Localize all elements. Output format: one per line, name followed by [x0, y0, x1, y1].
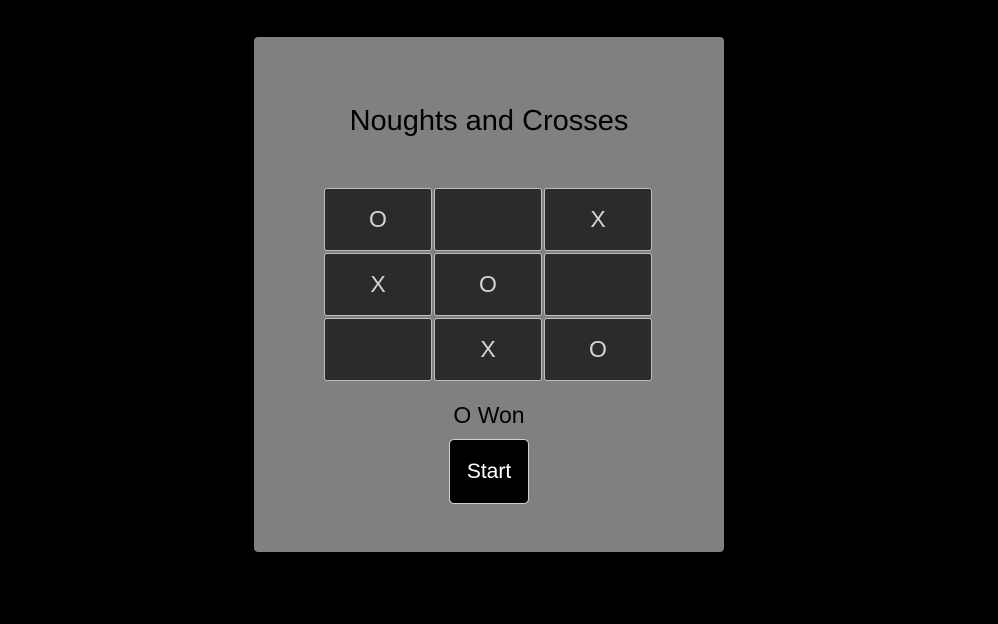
game-title: Noughts and Crosses — [349, 105, 629, 137]
game-board: O X X O X O — [324, 188, 654, 383]
game-status: O Won — [453, 402, 525, 428]
board-cell-1-3[interactable]: X — [544, 188, 652, 251]
board-cell-2-3[interactable] — [544, 253, 652, 316]
start-button[interactable]: Start — [449, 439, 529, 504]
board-cell-3-3[interactable]: O — [544, 318, 652, 381]
board-cell-2-1[interactable]: X — [324, 253, 432, 316]
board-cell-1-2[interactable] — [434, 188, 542, 251]
board-cell-2-2[interactable]: O — [434, 253, 542, 316]
game-panel: Noughts and Crosses O X X O X O O Won St… — [254, 37, 724, 552]
board-cell-1-1[interactable]: O — [324, 188, 432, 251]
board-cell-3-2[interactable]: X — [434, 318, 542, 381]
board-cell-3-1[interactable] — [324, 318, 432, 381]
